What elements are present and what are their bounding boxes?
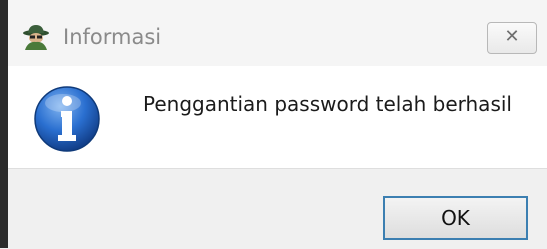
- window-title: Informasi: [63, 25, 162, 49]
- ok-button[interactable]: OK: [383, 196, 528, 240]
- title-bar[interactable]: Informasi ✕: [0, 0, 547, 67]
- info-dialog: Informasi ✕ Penggantian password telah b…: [0, 0, 547, 249]
- spy-agent-icon: [23, 25, 49, 50]
- dialog-message: Penggantian password telah berhasil: [143, 92, 512, 116]
- dialog-content: Penggantian password telah berhasil: [0, 66, 547, 168]
- button-bar: OK: [0, 168, 547, 249]
- close-icon: ✕: [504, 26, 520, 47]
- information-icon: [34, 86, 100, 152]
- window-edge: [0, 0, 8, 248]
- close-button[interactable]: ✕: [487, 22, 537, 54]
